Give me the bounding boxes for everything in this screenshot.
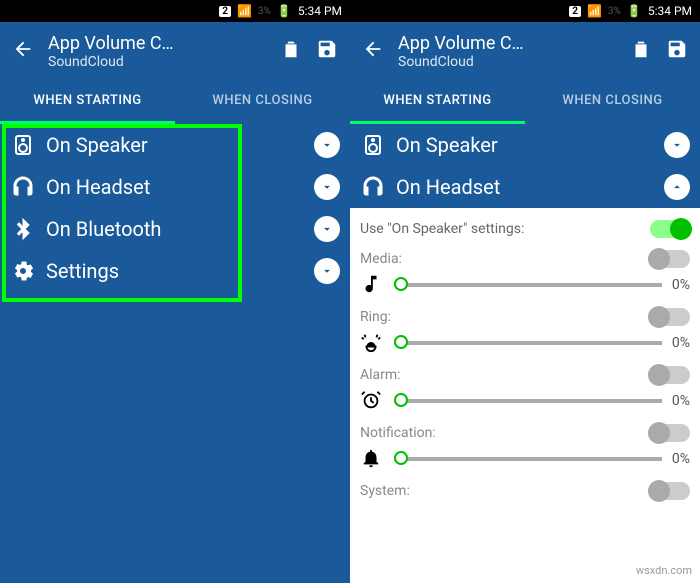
back-icon[interactable] xyxy=(362,38,384,64)
tab-when-closing[interactable]: WHEN CLOSING xyxy=(525,80,700,124)
bell-icon xyxy=(360,447,384,471)
tab-when-closing[interactable]: WHEN CLOSING xyxy=(175,80,350,124)
battery-icon: 🔋 xyxy=(627,4,642,18)
status-bar: 2 📶 3% 🔋 5:34 PM xyxy=(0,0,350,22)
options-body: On Speaker On Headset On Bluetooth Setti… xyxy=(0,124,350,583)
expand-settings-icon[interactable] xyxy=(314,258,340,284)
media-toggle[interactable] xyxy=(650,250,690,268)
ring-slider[interactable] xyxy=(394,341,662,345)
app-subtitle: SoundCloud xyxy=(398,54,616,70)
app-subtitle: SoundCloud xyxy=(48,54,266,70)
use-speaker-label: Use "On Speaker" settings: xyxy=(360,221,650,237)
music-note-icon xyxy=(360,273,384,297)
expand-headset-icon[interactable] xyxy=(314,174,340,200)
system-label: System: xyxy=(360,483,650,499)
option-settings[interactable]: Settings xyxy=(0,250,350,292)
expand-speaker-icon[interactable] xyxy=(664,132,690,158)
speaker-icon xyxy=(10,132,36,158)
media-value: 0% xyxy=(672,277,690,293)
tab-bar: WHEN STARTING WHEN CLOSING xyxy=(350,80,700,124)
tab-when-starting[interactable]: WHEN STARTING xyxy=(0,80,175,124)
headset-panel: Use "On Speaker" settings: Media: 0% Rin… xyxy=(350,208,700,500)
bluetooth-icon xyxy=(10,216,36,242)
system-block: System: xyxy=(360,482,690,500)
notification-label: Notification: xyxy=(360,425,650,441)
option-bluetooth[interactable]: On Bluetooth xyxy=(0,208,350,250)
battery-percent: 3% xyxy=(608,6,621,17)
alarm-block: Alarm: 0% xyxy=(360,366,690,418)
headset-icon xyxy=(360,174,386,200)
back-icon[interactable] xyxy=(12,38,34,64)
alarm-toggle[interactable] xyxy=(650,366,690,384)
option-speaker[interactable]: On Speaker xyxy=(350,124,700,166)
tab-bar: WHEN STARTING WHEN CLOSING xyxy=(0,80,350,124)
tab-when-starting[interactable]: WHEN STARTING xyxy=(350,80,525,124)
headset-icon xyxy=(10,174,36,200)
app-bar: App Volume C… SoundCloud xyxy=(0,22,350,80)
app-title: App Volume C… xyxy=(398,33,616,54)
media-label: Media: xyxy=(360,251,650,267)
collapse-headset-icon[interactable] xyxy=(664,174,690,200)
option-speaker[interactable]: On Speaker xyxy=(0,124,350,166)
sim-indicator: 2 xyxy=(569,6,581,17)
expand-speaker-icon[interactable] xyxy=(314,132,340,158)
ring-value: 0% xyxy=(672,335,690,351)
signal-icon: 📶 xyxy=(587,4,602,18)
alarm-value: 0% xyxy=(672,393,690,409)
media-block: Media: 0% xyxy=(360,250,690,302)
alarm-clock-icon xyxy=(360,389,384,413)
notification-value: 0% xyxy=(672,451,690,467)
save-icon[interactable] xyxy=(316,38,338,64)
option-label: Settings xyxy=(46,259,340,283)
status-bar: 2 📶 3% 🔋 5:34 PM xyxy=(350,0,700,22)
clock: 5:34 PM xyxy=(298,4,342,18)
battery-percent: 3% xyxy=(258,6,271,17)
option-label: On Bluetooth xyxy=(46,217,340,241)
expand-bluetooth-icon[interactable] xyxy=(314,216,340,242)
watermark: wsxdn.com xyxy=(636,564,692,577)
gear-icon xyxy=(10,258,36,284)
option-label: On Speaker xyxy=(46,133,340,157)
option-headset[interactable]: On Headset xyxy=(0,166,350,208)
option-label: On Headset xyxy=(396,175,654,199)
use-speaker-toggle[interactable] xyxy=(650,220,690,238)
delete-icon[interactable] xyxy=(280,38,302,64)
battery-icon: 🔋 xyxy=(277,4,292,18)
alarm-label: Alarm: xyxy=(360,367,650,383)
media-slider[interactable] xyxy=(394,283,662,287)
app-bar: App Volume C… SoundCloud xyxy=(350,22,700,80)
speaker-icon xyxy=(360,132,386,158)
option-headset[interactable]: On Headset xyxy=(350,166,700,208)
notification-toggle[interactable] xyxy=(650,424,690,442)
option-label: On Speaker xyxy=(396,133,654,157)
system-toggle[interactable] xyxy=(650,482,690,500)
ring-toggle[interactable] xyxy=(650,308,690,326)
option-label: On Headset xyxy=(46,175,340,199)
signal-icon: 📶 xyxy=(237,4,252,18)
ring-icon xyxy=(360,331,384,355)
alarm-slider[interactable] xyxy=(394,399,662,403)
delete-icon[interactable] xyxy=(630,38,652,64)
notification-slider[interactable] xyxy=(394,457,662,461)
clock: 5:34 PM xyxy=(648,4,692,18)
ring-label: Ring: xyxy=(360,309,650,325)
sim-indicator: 2 xyxy=(219,6,231,17)
app-title: App Volume C… xyxy=(48,33,266,54)
save-icon[interactable] xyxy=(666,38,688,64)
ring-block: Ring: 0% xyxy=(360,308,690,360)
notification-block: Notification: 0% xyxy=(360,424,690,476)
